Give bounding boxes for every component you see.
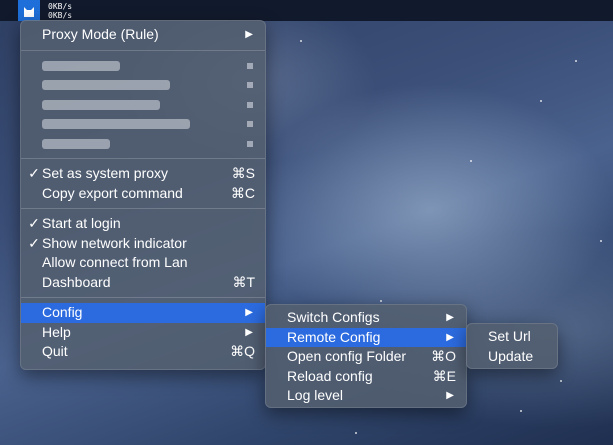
shortcut-label: ⌘O — [431, 348, 456, 364]
proxy-item-blurred[interactable] — [21, 95, 265, 115]
proxy-mode-label: Proxy Mode (Rule) — [42, 26, 159, 42]
clashx-status-item[interactable]: 0KB/s 0KB/s — [18, 0, 88, 21]
remote-config-submenu: Set Url Update — [466, 323, 558, 369]
menu-item-show-network-indicator[interactable]: ✓ Show network indicator — [21, 234, 265, 254]
submenu-arrow-icon: ▶ — [446, 312, 454, 323]
menu-bar: 0KB/s 0KB/s — [0, 0, 613, 21]
log-level-label: Log level — [287, 387, 344, 403]
remote-config-label: Remote Config — [287, 328, 381, 345]
shortcut-label: ⌘T — [232, 273, 255, 290]
proxy-item-blurred[interactable] — [21, 134, 265, 154]
menu-item-open-config-folder[interactable]: Open config Folder ⌘O — [266, 347, 466, 367]
quit-label: Quit — [42, 343, 68, 359]
proxy-item-blurred[interactable] — [21, 114, 265, 134]
config-submenu: Switch Configs ▶ Remote Config ▶ Open co… — [265, 304, 467, 408]
show-network-indicator-label: Show network indicator — [42, 234, 187, 251]
menu-item-dashboard[interactable]: Dashboard ⌘T — [21, 273, 265, 293]
switch-configs-label: Switch Configs — [287, 309, 380, 325]
shortcut-label: ⌘E — [432, 367, 456, 384]
proxy-item-blurred[interactable] — [21, 75, 265, 95]
help-label: Help — [42, 323, 71, 340]
menu-item-remote-config[interactable]: Remote Config ▶ — [266, 327, 466, 347]
submenu-arrow-icon: ▶ — [245, 326, 253, 338]
menu-item-update[interactable]: Update — [467, 347, 557, 367]
menu-item-switch-configs[interactable]: Switch Configs ▶ — [266, 308, 466, 328]
update-label: Update — [488, 347, 534, 364]
menu-separator — [21, 49, 265, 51]
main-menu: Proxy Mode (Rule) ▶ ✓ Set as system prox… — [20, 20, 266, 370]
reload-config-label: Reload config — [287, 367, 373, 384]
shortcut-label: ⌘Q — [230, 343, 255, 359]
menu-separator — [21, 158, 265, 159]
set-system-proxy-label: Set as system proxy — [42, 165, 169, 181]
menu-item-start-at-login[interactable]: ✓ Start at login — [21, 214, 265, 234]
shortcut-label: ⌘C — [230, 184, 255, 201]
network-speed: 0KB/s 0KB/s — [48, 2, 72, 20]
menu-item-copy-export-command[interactable]: Copy export command ⌘C — [21, 184, 265, 204]
submenu-arrow-icon: ▶ — [245, 307, 253, 318]
menu-item-set-system-proxy[interactable]: ✓ Set as system proxy ⌘S — [21, 164, 265, 184]
upload-speed: 0KB/s — [48, 1, 73, 11]
menu-item-quit[interactable]: Quit ⌘Q — [21, 342, 265, 362]
shortcut-label: ⌘S — [231, 165, 255, 181]
menu-item-proxy-mode[interactable]: Proxy Mode (Rule) ▶ — [21, 25, 265, 45]
open-folder-label: Open config Folder — [287, 348, 407, 364]
dashboard-label: Dashboard — [42, 273, 111, 290]
config-label: Config — [42, 304, 83, 320]
menu-separator — [21, 297, 265, 298]
checkmark-icon: ✓ — [28, 215, 40, 231]
copy-export-label: Copy export command — [42, 184, 183, 201]
menu-item-allow-lan[interactable]: Allow connect from Lan — [21, 253, 265, 273]
menu-separator — [21, 208, 265, 209]
submenu-arrow-icon: ▶ — [446, 390, 454, 401]
menu-item-set-url[interactable]: Set Url — [467, 327, 557, 347]
allow-lan-label: Allow connect from Lan — [42, 254, 188, 270]
menu-item-reload-config[interactable]: Reload config ⌘E — [266, 367, 466, 387]
submenu-arrow-icon: ▶ — [446, 331, 454, 343]
checkmark-icon: ✓ — [28, 165, 40, 181]
menu-item-config[interactable]: Config ▶ — [21, 303, 265, 323]
start-at-login-label: Start at login — [42, 215, 121, 231]
proxy-list-obscured — [21, 56, 265, 154]
download-speed: 0KB/s — [48, 10, 73, 20]
set-url-label: Set Url — [488, 328, 531, 344]
cat-icon[interactable] — [18, 0, 40, 21]
menu-item-help[interactable]: Help ▶ — [21, 323, 265, 343]
menu-item-log-level[interactable]: Log level ▶ — [266, 386, 466, 406]
checkmark-icon: ✓ — [28, 234, 40, 251]
proxy-item-blurred[interactable] — [21, 56, 265, 76]
submenu-arrow-icon: ▶ — [245, 29, 253, 40]
